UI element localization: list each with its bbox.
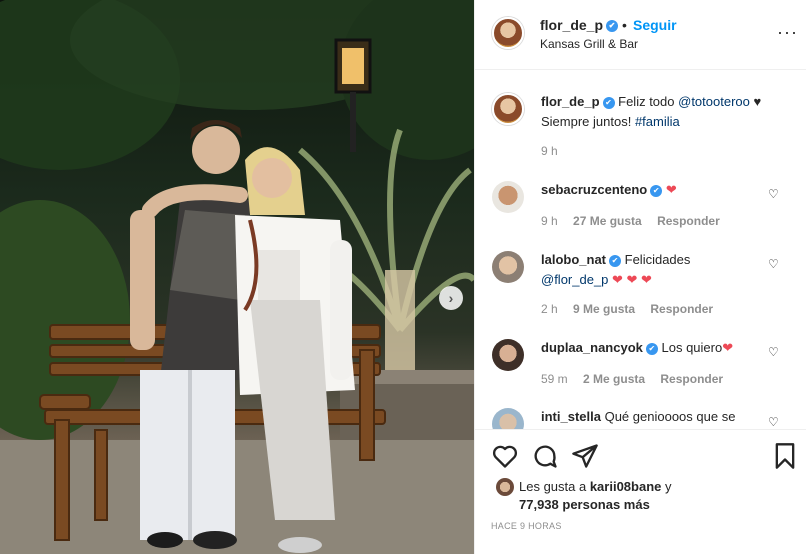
caption-author-avatar[interactable] [492,93,524,125]
comment-time[interactable]: 59 m [541,372,568,386]
comment-username[interactable]: lalobo_nat [541,252,606,267]
author-username-text[interactable]: flor_de_p [540,17,603,33]
verified-badge-icon: ✔ [650,184,663,197]
comment-username[interactable]: inti_stella [541,409,601,424]
comment-mention[interactable]: @flor_de_p [541,272,608,287]
likes-prefix: Les gusta a [519,479,590,494]
chevron-right-icon: › [448,290,454,306]
comment-time[interactable]: 2 h [541,302,558,316]
reply-button[interactable]: Responder [660,372,723,386]
comment: duplaa_nancyok ✔ Los quiero❤ [541,338,766,358]
like-comment-heart-icon[interactable]: ♡ [768,187,779,201]
caption-hashtag[interactable]: #familia [635,114,680,129]
caption-username[interactable]: flor_de_p [541,94,600,109]
author-avatar[interactable] [492,17,524,49]
post-header: flor_de_p ✔ • Seguir Kansas Grill & Bar ·… [475,0,806,70]
author-username[interactable]: flor_de_p ✔ [540,17,619,33]
comment-text: Qué genioooos que se [604,409,736,424]
comment-avatar[interactable] [492,408,524,429]
likes-summary: Les gusta a karii08bane y 77,938 persona… [519,478,769,514]
caption-line2: Siempre juntos! [541,114,635,129]
more-options-icon[interactable]: ··· [777,22,798,43]
comment-meta: 9 h 27 Me gusta Responder [541,214,732,228]
comment-meta: 2 h 9 Me gusta Responder [541,302,725,316]
likes-middle: y [661,479,672,494]
comment-likes[interactable]: 2 Me gusta [583,372,645,386]
red-heart-icon: ❤ [722,340,734,355]
reply-button[interactable]: Responder [650,302,713,316]
comment: lalobo_nat ✔ Felicidades @flor_de_p ❤ ❤ ❤ [541,250,766,290]
comment-avatar[interactable] [492,251,524,283]
post-timestamp[interactable]: HACE 9 HORAS [491,521,562,531]
like-heart-icon[interactable] [491,442,519,470]
verified-badge-icon: ✔ [609,254,622,267]
red-heart-icon: ❤ [665,182,677,197]
share-icon[interactable] [571,442,599,470]
post-side-panel: flor_de_p ✔ • Seguir Kansas Grill & Bar ·… [474,0,806,554]
reply-button[interactable]: Responder [657,214,720,228]
photo-illustration [0,0,474,554]
comment-text: Felicidades [624,252,691,267]
save-bookmark-icon[interactable] [771,442,799,470]
comment-time[interactable]: 9 h [541,214,558,228]
comment-likes[interactable]: 9 Me gusta [573,302,635,316]
comment: inti_stella Qué genioooos que se [541,407,766,427]
verified-badge-icon: ✔ [606,20,619,33]
comment-username[interactable]: duplaa_nancyok [541,340,643,355]
like-comment-heart-icon[interactable]: ♡ [768,345,779,359]
verified-badge-icon: ✔ [645,342,658,355]
comment: sebacruzcenteno ✔ ❤ [541,180,766,200]
caption-text: Feliz todo [618,94,679,109]
comment-username[interactable]: sebacruzcenteno [541,182,647,197]
comment-icon[interactable] [531,442,559,470]
like-comment-heart-icon[interactable]: ♡ [768,257,779,271]
comment-avatar[interactable] [492,181,524,213]
liker-avatar[interactable] [496,478,514,496]
comment-meta: 59 m 2 Me gusta Responder [541,372,735,386]
post-location[interactable]: Kansas Grill & Bar [540,37,638,51]
like-comment-heart-icon[interactable]: ♡ [768,415,779,429]
verified-badge-icon: ✔ [602,96,615,109]
separator-dot: • [622,17,627,33]
comment-text: Los quiero [661,340,723,355]
caption-mention[interactable]: @totooteroo [678,94,750,109]
heart-icon: ♥ [753,94,762,109]
next-photo-button[interactable]: › [439,286,463,310]
red-heart-icon: ❤ ❤ ❤ [612,272,652,287]
liker-username[interactable]: karii08bane [590,479,662,494]
comment-avatar[interactable] [492,339,524,371]
caption-time[interactable]: 9 h [541,144,558,158]
post-photo[interactable]: › [0,0,474,554]
follow-button[interactable]: Seguir [633,17,677,33]
likes-count[interactable]: 77,938 personas más [519,497,650,512]
comments-list[interactable]: flor_de_p ✔ Feliz todo @totooteroo ♥ Siem… [475,71,806,429]
instagram-post-modal: › flor_de_p ✔ • Seguir Kansas Grill & Bar… [0,0,806,554]
comment-likes[interactable]: 27 Me gusta [573,214,642,228]
caption: flor_de_p ✔ Feliz todo @totooteroo ♥ Siem… [541,92,766,132]
